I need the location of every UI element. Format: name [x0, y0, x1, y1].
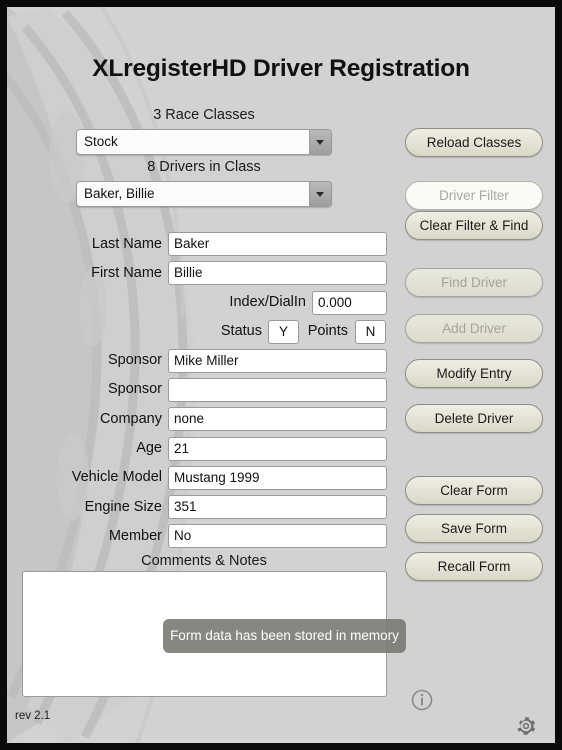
- sponsor-1-input[interactable]: Mike Miller: [168, 349, 387, 373]
- page-title: XLregisterHD Driver Registration: [92, 55, 470, 82]
- first-name-input[interactable]: Billie: [168, 261, 387, 285]
- label-company: Company: [99, 411, 162, 427]
- label-points: Points: [307, 323, 348, 339]
- race-class-dropdown[interactable]: Stock: [76, 129, 332, 155]
- modify-entry-button[interactable]: Modify Entry: [405, 359, 543, 388]
- gear-icon[interactable]: [516, 716, 536, 736]
- label-sponsor-1: Sponsor: [107, 352, 162, 368]
- label-vehicle-model: Vehicle Model: [71, 469, 162, 485]
- delete-driver-button[interactable]: Delete Driver: [405, 404, 543, 433]
- toast-message: Form data has been stored in memory: [163, 619, 406, 653]
- label-status: Status: [220, 323, 262, 339]
- label-age: Age: [136, 440, 162, 456]
- label-index-dialin: Index/DialIn: [229, 294, 306, 310]
- chevron-down-icon[interactable]: [309, 130, 331, 154]
- age-input[interactable]: 21: [168, 437, 387, 461]
- chevron-down-icon[interactable]: [309, 182, 331, 206]
- app-screen: XLregisterHD Driver Registration 3 Race …: [7, 7, 555, 743]
- label-engine-size: Engine Size: [84, 499, 162, 515]
- driver-dropdown[interactable]: Baker, Billie: [76, 181, 332, 207]
- vehicle-model-input[interactable]: Mustang 1999: [168, 466, 387, 490]
- comments-label: Comments & Notes: [141, 553, 267, 569]
- info-icon[interactable]: [411, 689, 433, 711]
- tablet-device: XLregisterHD Driver Registration 3 Race …: [0, 0, 562, 750]
- clear-filter-find-button[interactable]: Clear Filter & Find: [405, 211, 543, 240]
- company-input[interactable]: none: [168, 407, 387, 431]
- save-form-button[interactable]: Save Form: [405, 514, 543, 543]
- drivers-in-class-label: 8 Drivers in Class: [147, 159, 261, 175]
- clear-form-button[interactable]: Clear Form: [405, 476, 543, 505]
- engine-size-input[interactable]: 351: [168, 495, 387, 519]
- revision-label: rev 2.1: [15, 710, 51, 722]
- find-driver-button[interactable]: Find Driver: [405, 268, 543, 297]
- label-member: Member: [108, 528, 162, 544]
- driver-value: Baker, Billie: [84, 186, 155, 201]
- sponsor-2-input[interactable]: [168, 378, 387, 402]
- add-driver-button[interactable]: Add Driver: [405, 314, 543, 343]
- driver-filter-input[interactable]: Driver Filter: [405, 181, 543, 210]
- reload-classes-button[interactable]: Reload Classes: [405, 128, 543, 157]
- member-input[interactable]: No: [168, 524, 387, 548]
- points-input[interactable]: N: [355, 320, 386, 344]
- recall-form-button[interactable]: Recall Form: [405, 552, 543, 581]
- label-first-name: First Name: [91, 265, 162, 281]
- label-last-name: Last Name: [91, 236, 162, 252]
- index-dialin-input[interactable]: 0.000: [312, 291, 387, 315]
- label-sponsor-2: Sponsor: [107, 381, 162, 397]
- last-name-input[interactable]: Baker: [168, 232, 387, 256]
- status-input[interactable]: Y: [268, 320, 299, 344]
- race-classes-label: 3 Race Classes: [153, 107, 255, 123]
- race-class-value: Stock: [84, 134, 118, 149]
